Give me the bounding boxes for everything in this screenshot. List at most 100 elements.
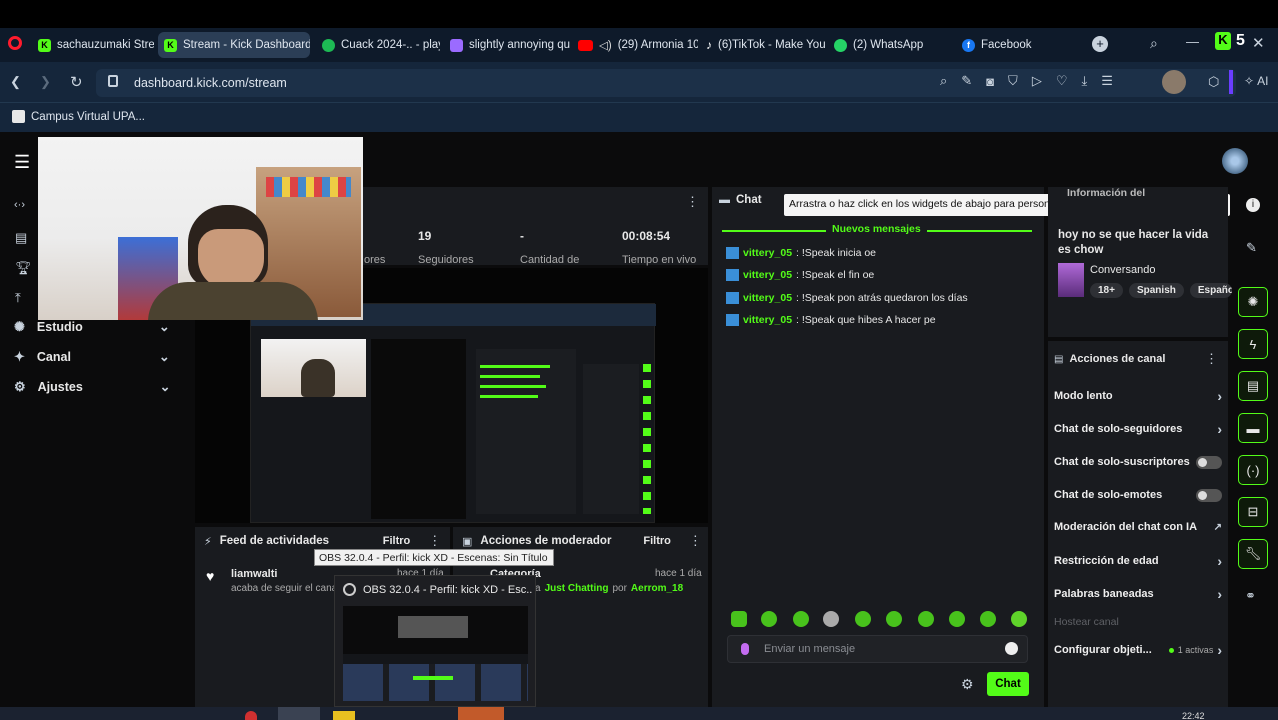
ai-button[interactable]: ✧ AI (1244, 74, 1268, 88)
widget-list-button[interactable]: ▤ (1238, 371, 1268, 401)
search-tabs-icon[interactable]: ⌕ (1150, 35, 1158, 52)
emote-icon[interactable] (855, 611, 871, 627)
emote-icon[interactable] (886, 611, 902, 627)
tab-label: sachauzumaki Stre (57, 39, 154, 51)
bookmark-campus[interactable]: Campus Virtual UPA... (12, 110, 145, 123)
lightning-icon: ⚡︎ (204, 535, 212, 548)
channel-icon: ✦ (14, 349, 25, 364)
tab-label: slightly annoying qu (469, 39, 570, 51)
microphone-icon[interactable] (741, 643, 749, 655)
hamburger-menu-icon[interactable]: ☰ (14, 152, 30, 173)
new-tab-icon[interactable]: + (1092, 36, 1108, 52)
extensions-icon[interactable]: ⬡ (1208, 74, 1219, 90)
tab-facebook[interactable]: f Facebook (956, 32, 1086, 58)
banned-words-row[interactable]: Palabras baneadas › (1054, 584, 1222, 604)
mod-category[interactable]: Just Chatting (545, 583, 609, 594)
more-options-icon[interactable]: ⋮ (686, 194, 699, 210)
chat-username[interactable]: vittery_05 (743, 314, 792, 326)
broadcast-icon: (·) (1246, 462, 1260, 478)
stream-icon[interactable]: ‹·› (14, 199, 25, 211)
subscribers-only-toggle[interactable] (1196, 455, 1222, 469)
emote-icon[interactable] (823, 611, 839, 627)
pencil-icon[interactable]: ✎ (1246, 240, 1257, 256)
info-icon[interactable]: i (1246, 198, 1260, 212)
taskbar-app-icon[interactable] (245, 711, 257, 720)
more-options-icon[interactable]: ⋮ (1205, 351, 1218, 367)
tab-tiktok[interactable]: ♪ (6)TikTok - Make You (700, 32, 826, 58)
tab-whatsapp[interactable]: (2) WhatsApp (828, 32, 954, 58)
send-chat-button[interactable]: Chat (987, 672, 1029, 696)
mod-filter-button[interactable]: Filtro (643, 535, 671, 547)
heart-icon[interactable]: ♡ (1056, 73, 1068, 89)
user-avatar[interactable] (1222, 148, 1248, 174)
tab-kick-channel[interactable]: K sachauzumaki Stre (32, 32, 154, 58)
reload-icon[interactable]: ↻ (70, 73, 83, 91)
followers-label: Seguidores (418, 254, 474, 266)
upload-icon[interactable]: ⤒ (15, 290, 21, 306)
emotes-only-toggle[interactable] (1196, 488, 1222, 502)
activity-user[interactable]: liamwalti (231, 568, 277, 580)
obs-taskbar-preview[interactable]: OBS 32.0.4 - Perfil: kick XD - Esc... (334, 575, 536, 707)
play-icon[interactable]: ▷ (1032, 73, 1042, 89)
mod-time: hace 1 día (655, 568, 702, 579)
chat-input[interactable]: Enviar un mensaje (727, 635, 1028, 663)
mod-user[interactable]: Aerrom_18 (631, 583, 683, 594)
stream-category[interactable]: Conversando (1090, 264, 1155, 276)
taskbar-clock: 22:42 (1182, 711, 1205, 720)
forward-icon[interactable]: ❯ (40, 74, 51, 90)
chat-username[interactable]: vittery_05 (743, 292, 792, 304)
emote-icon[interactable] (918, 611, 934, 627)
download-icon[interactable]: ⤓ (1081, 73, 1087, 89)
tab-kick-dashboard[interactable]: K Stream - Kick Dashboard (158, 32, 310, 58)
capture-person (301, 359, 335, 397)
taskbar-app-icon[interactable] (458, 707, 504, 720)
emote-icon[interactable] (761, 611, 777, 627)
chat-username[interactable]: vittery_05 (743, 247, 792, 259)
sidebar-item-canal[interactable]: ✦ Canal ⌄ (14, 349, 170, 365)
zoom-icon[interactable]: ⌕ (940, 73, 947, 89)
sidebar-item-estudio[interactable]: ✺ Estudio ⌄ (14, 319, 170, 335)
widget-studio-button[interactable]: ✺ (1238, 287, 1268, 317)
widget-chat-button[interactable]: ▬ (1238, 413, 1268, 443)
emote-icon[interactable] (949, 611, 965, 627)
more-options-icon[interactable]: ⋮ (689, 533, 702, 549)
shield-icon[interactable]: ⛉ (1008, 73, 1018, 89)
sidebar-indicator (1229, 70, 1233, 94)
camera-icon[interactable]: ◙ (986, 74, 994, 89)
age-restriction-row[interactable]: Restricción de edad › (1054, 551, 1222, 571)
trophy-icon[interactable]: 🏆︎ (15, 260, 32, 276)
chat-username[interactable]: vittery_05 (743, 269, 792, 281)
settings-icon[interactable]: ⚙ (961, 676, 974, 693)
activity-filter-button[interactable]: Filtro (383, 535, 411, 547)
goals-row[interactable]: Configurar objeti... 1 activas › (1054, 640, 1222, 660)
opera-logo-icon[interactable] (8, 36, 22, 50)
profile-avatar[interactable] (1162, 70, 1186, 94)
ai-moderation-row[interactable]: Moderación del chat con IA ↗ (1054, 517, 1222, 537)
emote-icon[interactable] (793, 611, 809, 627)
sidebar-item-ajustes[interactable]: ⚙ Ajustes ⌄ (14, 379, 171, 395)
close-window-icon[interactable]: ✕ (1252, 34, 1265, 52)
emoji-icon[interactable] (1005, 642, 1018, 655)
emote-icon[interactable] (1011, 611, 1027, 627)
tab-annoying[interactable]: slightly annoying qu (444, 32, 570, 58)
action-label: Modo lento (1054, 390, 1113, 402)
emote-icon[interactable] (980, 611, 996, 627)
taskbar-obs-active[interactable] (278, 707, 320, 720)
emote-icon[interactable] (731, 611, 747, 627)
tab-youtube[interactable]: ◁) (29) Armonia 10 (572, 32, 698, 58)
tab-spotify[interactable]: Cuack 2024-.. - play (316, 32, 440, 58)
share-icon[interactable]: ⚭ (1245, 588, 1256, 604)
calendar-icon[interactable]: ▤ (15, 230, 27, 246)
widget-tools-button[interactable]: 🔧︎ (1238, 539, 1268, 569)
edit-icon[interactable]: ✎ (961, 73, 972, 89)
widget-stream-button[interactable]: (·) (1238, 455, 1268, 485)
back-icon[interactable]: ❮ (10, 74, 21, 90)
taskbar-app-icon[interactable] (333, 711, 355, 720)
more-options-icon[interactable]: ⋮ (428, 533, 441, 549)
menu-icon[interactable]: ☰ (1101, 73, 1113, 89)
followers-only-row[interactable]: Chat de solo-seguidores › (1054, 419, 1222, 439)
widget-activity-button[interactable]: ϟ (1238, 329, 1268, 359)
minimize-icon[interactable]: — (1186, 34, 1199, 49)
widget-mod-button[interactable]: ⊟ (1238, 497, 1268, 527)
slow-mode-row[interactable]: Modo lento › (1054, 386, 1222, 406)
